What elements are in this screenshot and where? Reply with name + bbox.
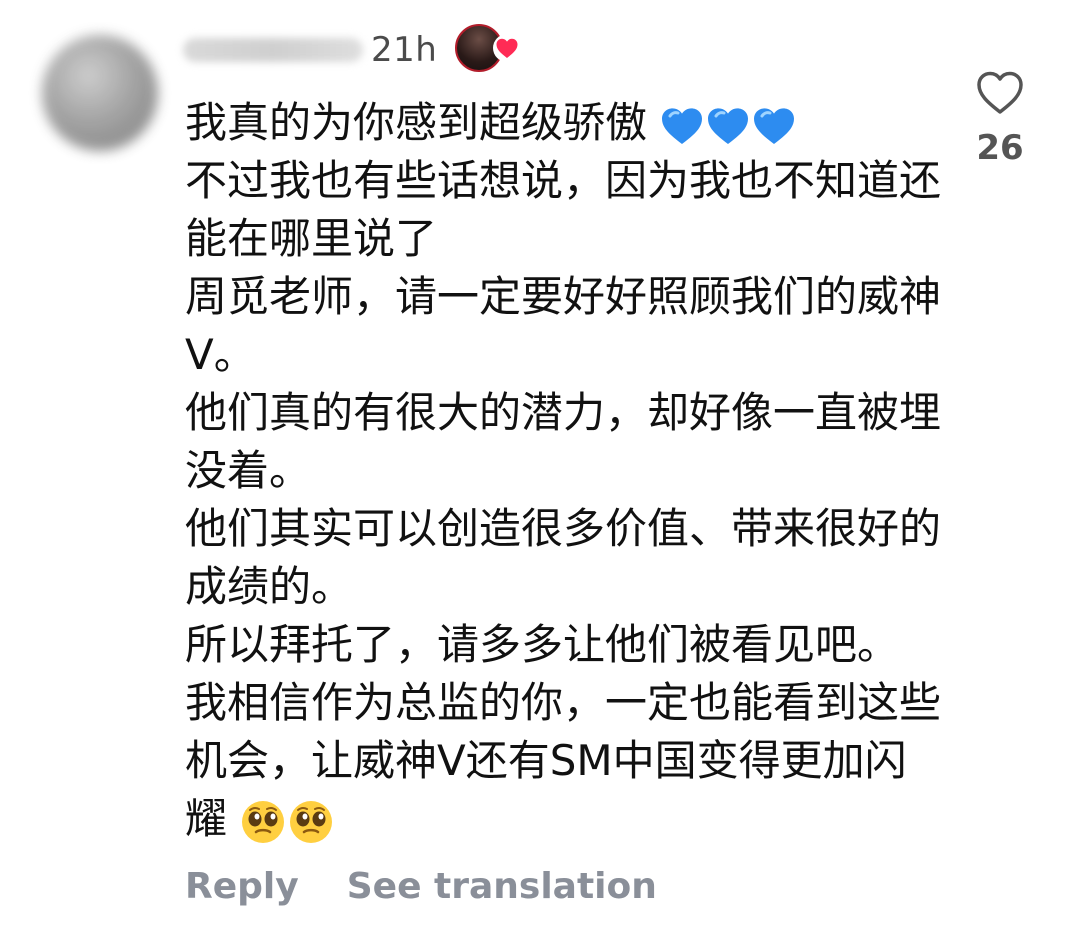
blue-heart-emoji bbox=[754, 107, 795, 144]
comment-time: 21h bbox=[371, 30, 438, 70]
comment-line-11: 我相信作为总监的你，一定也能看到这些 bbox=[185, 678, 942, 727]
like-area: 26 bbox=[968, 70, 1032, 168]
comment-actions: Reply See translation bbox=[185, 866, 657, 907]
comment-line-3: 能在哪里说了 bbox=[185, 214, 438, 263]
comment-line-13: 耀 bbox=[185, 790, 945, 848]
creator-heart-icon bbox=[493, 34, 522, 62]
pleading-face-emoji-group bbox=[240, 799, 334, 845]
comment-line-7: 没着。 bbox=[185, 446, 312, 495]
comment-line-6: 他们真的有很大的潜力，却好像一直被埋 bbox=[185, 388, 942, 437]
comment-header: 21h bbox=[183, 22, 527, 78]
see-translation-button[interactable]: See translation bbox=[347, 866, 657, 907]
comment-line-9: 成绩的。 bbox=[185, 562, 354, 611]
comment-text: 我真的为你感到超级骄傲 不过我也有些话想说，因为我也不知道还 能在哪里说了 周觅… bbox=[185, 94, 945, 848]
username-blurred[interactable] bbox=[183, 38, 363, 62]
blue-heart-emoji bbox=[662, 107, 703, 144]
pleading-face-emoji bbox=[242, 800, 285, 843]
reply-button[interactable]: Reply bbox=[185, 866, 299, 907]
comment-line-1: 我真的为你感到超级骄傲 bbox=[185, 94, 945, 152]
comment-line-4: 周觅老师，请一定要好好照顾我们的威神 bbox=[185, 272, 942, 321]
comment-line-2: 不过我也有些话想说，因为我也不知道还 bbox=[185, 156, 942, 205]
heart-outline-icon[interactable] bbox=[975, 70, 1025, 120]
creator-liked-badge bbox=[455, 22, 527, 78]
blue-heart-emoji-group bbox=[660, 106, 796, 146]
comment-line-12: 机会，让威神V还有SM中国变得更加闪 bbox=[185, 736, 907, 785]
comment-line-10: 所以拜托了，请多多让他们被看见吧。 bbox=[185, 620, 900, 669]
like-count: 26 bbox=[976, 128, 1024, 168]
comment-line-1-text: 我真的为你感到超级骄傲 bbox=[185, 98, 648, 147]
blue-heart-emoji bbox=[708, 107, 749, 144]
comment-line-13-text: 耀 bbox=[185, 794, 228, 843]
comment-line-5: V。 bbox=[185, 330, 256, 379]
comment-line-8: 他们其实可以创造很多价值、带来很好的 bbox=[185, 504, 942, 553]
pleading-face-emoji bbox=[290, 800, 333, 843]
user-avatar[interactable] bbox=[42, 35, 158, 151]
